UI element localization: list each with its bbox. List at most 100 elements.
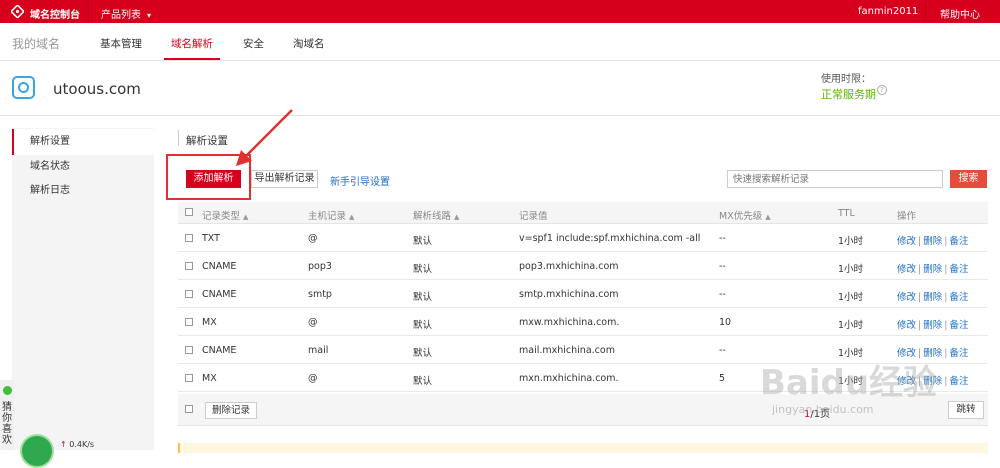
search-button[interactable]: 搜索 <box>950 170 987 188</box>
divider: | <box>944 292 948 303</box>
delete-link[interactable]: 删除 <box>923 292 942 303</box>
cell-host: smtp <box>308 289 332 300</box>
row-checkbox[interactable] <box>185 262 193 270</box>
cell-type: CNAME <box>202 345 237 356</box>
note-link[interactable]: 备注 <box>949 348 968 359</box>
aliyun-logo-icon <box>11 5 24 18</box>
delete-link[interactable]: 删除 <box>923 264 942 275</box>
row-checkbox[interactable] <box>185 234 193 242</box>
column-header-ops: 操作 <box>897 211 917 222</box>
edit-link[interactable]: 修改 <box>897 292 916 303</box>
note-link[interactable]: 备注 <box>949 264 968 275</box>
tab-basic-management[interactable]: 基本管理 <box>100 36 142 51</box>
select-all-checkbox[interactable] <box>185 405 193 413</box>
tab-dns-resolution[interactable]: 域名解析 <box>171 36 213 51</box>
products-label: 产品列表 <box>101 10 141 21</box>
column-header-host[interactable]: 主机记录 ▲ <box>308 208 354 222</box>
guide-settings-link[interactable]: 新手引导设置 <box>330 173 390 188</box>
cell-type: MX <box>202 373 217 384</box>
cell-value: mxn.mxhichina.com. <box>519 373 619 384</box>
row-checkbox[interactable] <box>185 318 193 326</box>
cell-line: 默认 <box>413 236 433 247</box>
divider <box>0 115 1000 116</box>
note-link[interactable]: 备注 <box>949 236 968 247</box>
jump-button[interactable]: 跳转 <box>948 401 984 419</box>
note-link[interactable]: 备注 <box>949 292 968 303</box>
sort-up-icon: ▲ <box>765 213 771 221</box>
network-speed-value: 0.4K/s <box>69 440 95 449</box>
table-row: CNAME pop3 默认 pop3.mxhichina.com -- 1小时 修改 | 删除 |… <box>178 252 988 280</box>
column-header-label: 解析线路 <box>413 211 452 222</box>
domain-nav: 我的域名 基本管理 域名解析 安全 淘域名 <box>0 23 1000 61</box>
console-title[interactable]: 域名控制台 <box>30 6 80 21</box>
sidebar: 解析设置 域名状态 解析日志 <box>12 128 154 450</box>
column-header-mx[interactable]: MX优先级 ▲ <box>719 208 771 222</box>
table-row: CNAME smtp 默认 smtp.mxhichina.com -- 1小时 修改 | 删除 |… <box>178 280 988 308</box>
delete-records-button[interactable]: 删除记录 <box>205 402 257 419</box>
divider: | <box>944 264 948 275</box>
cell-value: v=spf1 include:spf.mxhichina.com -all <box>519 233 701 244</box>
cell-mx: -- <box>719 345 726 356</box>
validity-label: 使用时限： <box>821 74 871 85</box>
export-records-button[interactable]: 导出解析记录 <box>251 170 318 188</box>
user-account[interactable]: fanmin2011 <box>858 6 918 17</box>
column-header-label: MX优先级 <box>719 211 763 222</box>
note-link[interactable]: 备注 <box>949 376 968 387</box>
top-bar: 域名控制台 产品列表 ▾ fanmin2011 帮助中心 <box>0 0 1000 23</box>
column-header-label: 主机记录 <box>308 211 347 222</box>
column-header-label: 记录类型 <box>202 211 241 222</box>
cell-value: smtp.mxhichina.com <box>519 289 619 300</box>
column-header-line[interactable]: 解析线路 ▲ <box>413 208 459 222</box>
sort-up-icon: ▲ <box>454 213 460 221</box>
column-header-type[interactable]: 记录类型 ▲ <box>202 208 248 222</box>
table-row: TXT @ 默认 v=spf1 include:spf.mxhichina.com -… <box>178 224 988 252</box>
products-menu[interactable]: 产品列表 ▾ <box>101 6 151 21</box>
edit-link[interactable]: 修改 <box>897 320 916 331</box>
cell-type: CNAME <box>202 261 237 272</box>
speed-ball-icon[interactable] <box>20 434 54 468</box>
help-question-icon[interactable]: ? <box>877 85 887 95</box>
sidebar-item-dns-settings[interactable]: 解析设置 <box>12 129 154 155</box>
note-link[interactable]: 备注 <box>949 320 968 331</box>
table-row: MX @ 默认 mxw.mxhichina.com. 10 1小时 修改 | 删除 | 备注 <box>178 308 988 336</box>
sidebar-item-domain-status[interactable]: 域名状态 <box>12 154 154 180</box>
delete-link[interactable]: 删除 <box>923 236 942 247</box>
divider: | <box>944 376 948 387</box>
row-checkbox[interactable] <box>185 346 193 354</box>
cell-line: 默认 <box>413 348 433 359</box>
network-speed: ↑ 0.4K/s <box>60 440 94 449</box>
my-domain-label[interactable]: 我的域名 <box>12 35 60 52</box>
cell-type: TXT <box>202 233 220 244</box>
divider <box>178 130 179 146</box>
highlight-box <box>166 154 251 200</box>
select-all-checkbox[interactable] <box>185 208 193 216</box>
chevron-down-icon: ▾ <box>147 11 152 20</box>
cell-mx: -- <box>719 233 726 244</box>
domain-name: utoous.com <box>53 80 141 98</box>
arrow-up-icon: ↑ <box>60 440 70 449</box>
cell-ttl: 1小时 <box>838 236 864 247</box>
watermark-url: jingyan.baidu.com <box>772 403 874 416</box>
edit-link[interactable]: 修改 <box>897 236 916 247</box>
cell-host: pop3 <box>308 261 332 272</box>
divider: | <box>918 264 922 275</box>
divider: | <box>918 320 922 331</box>
tab-tao-domain[interactable]: 淘域名 <box>293 36 325 51</box>
cell-ttl: 1小时 <box>838 320 864 331</box>
recommend-widget[interactable]: 猜你喜欢 <box>0 380 14 450</box>
divider: | <box>918 236 922 247</box>
row-checkbox[interactable] <box>185 290 193 298</box>
sidebar-item-dns-log[interactable]: 解析日志 <box>12 178 154 204</box>
cell-mx: -- <box>719 289 726 300</box>
search-input[interactable] <box>727 170 943 188</box>
tab-security[interactable]: 安全 <box>243 36 264 51</box>
row-checkbox[interactable] <box>185 374 193 382</box>
table-header: 记录类型 ▲ 主机记录 ▲ 解析线路 ▲ 记录值 MX优先级 ▲ TTL 操作 <box>178 202 988 224</box>
delete-link[interactable]: 删除 <box>923 320 942 331</box>
edit-link[interactable]: 修改 <box>897 264 916 275</box>
help-center-link[interactable]: 帮助中心 <box>940 6 980 21</box>
validity-status: 正常服务期 <box>821 88 876 101</box>
row-operations: 修改 | 删除 | 备注 <box>897 289 968 303</box>
active-tab-indicator <box>164 58 220 60</box>
divider: | <box>944 320 948 331</box>
